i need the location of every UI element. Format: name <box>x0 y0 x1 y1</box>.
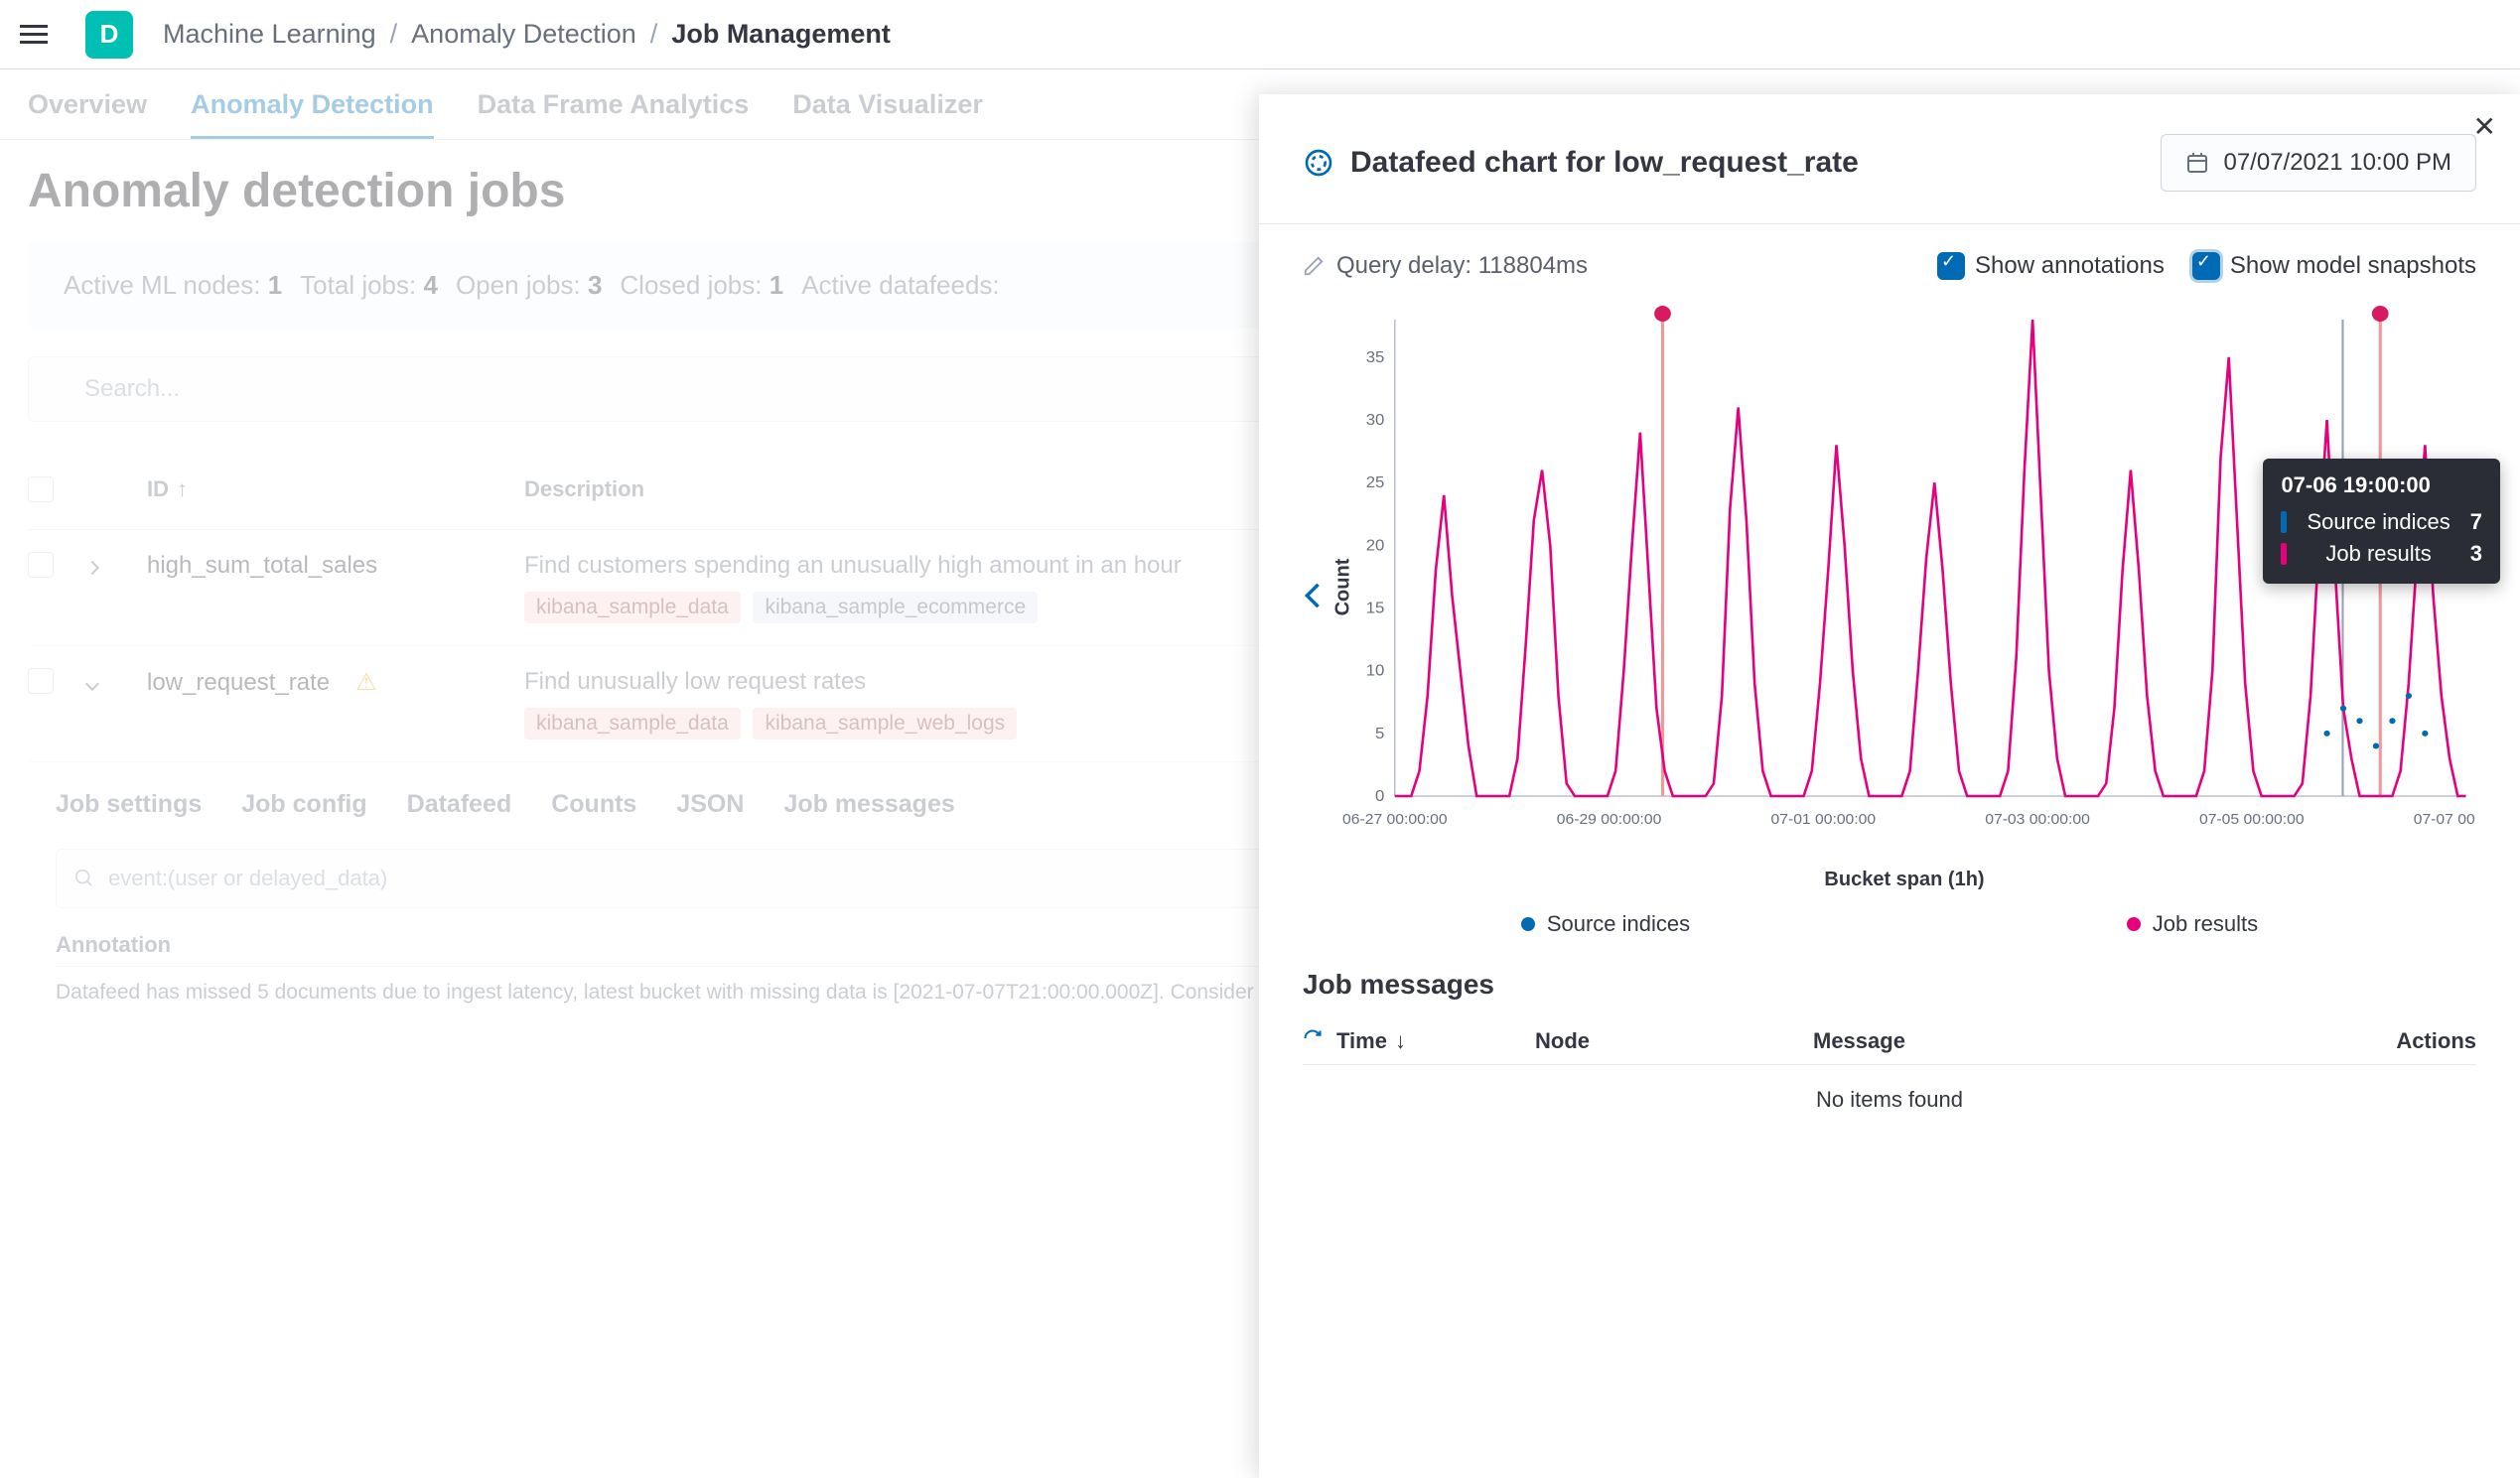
legend-dot-icon <box>2127 917 2141 931</box>
svg-text:10: 10 <box>1366 662 1385 680</box>
svg-text:07-03 00:00:00: 07-03 00:00:00 <box>1985 811 2090 828</box>
svg-text:25: 25 <box>1366 474 1385 492</box>
datafeed-icon <box>1303 147 1334 179</box>
job-messages-header: Time ↓ Node Message Actions <box>1303 1018 2476 1065</box>
svg-text:30: 30 <box>1366 411 1385 429</box>
legend-job-results[interactable]: Job results <box>2127 911 2258 937</box>
legend-source-indices[interactable]: Source indices <box>1521 911 1690 937</box>
x-axis-label: Bucket span (1h) <box>1332 869 2476 891</box>
chart-container: Count 0 5 10 15 20 25 30 35 06-27 00:00:00 06-29 … <box>1332 300 2476 891</box>
nav-toggle[interactable] <box>20 17 56 53</box>
svg-text:07-01 00:00:00: 07-01 00:00:00 <box>1771 811 1877 828</box>
svg-text:0: 0 <box>1375 787 1384 805</box>
calendar-icon <box>2185 151 2209 175</box>
flyout-title: Datafeed chart for low_request_rate <box>1350 146 1859 180</box>
legend-dot-icon <box>1521 917 1535 931</box>
tooltip-color-bar <box>2281 511 2287 533</box>
y-axis-label: Count <box>1331 559 1354 616</box>
breadcrumb-current: Job Management <box>671 19 891 50</box>
show-snapshots-toggle[interactable]: Show model snapshots <box>2192 252 2476 280</box>
sort-down-icon[interactable]: ↓ <box>1395 1028 1406 1054</box>
app-logo[interactable]: D <box>85 11 133 59</box>
breadcrumb-item[interactable]: Machine Learning <box>163 19 376 50</box>
svg-text:15: 15 <box>1366 600 1385 617</box>
svg-text:35: 35 <box>1366 348 1385 366</box>
svg-text:06-27 00:00:00: 06-27 00:00:00 <box>1342 811 1448 828</box>
tooltip-color-bar <box>2281 543 2287 565</box>
datafeed-flyout: ✕ Datafeed chart for low_request_rate 07… <box>1259 94 2520 1478</box>
query-delay-label: Query delay: 118804ms <box>1336 252 1588 280</box>
close-button[interactable]: ✕ <box>2473 110 2496 143</box>
job-messages-title: Job messages <box>1303 969 2476 1001</box>
svg-text:20: 20 <box>1366 537 1385 555</box>
chart-tooltip: 07-06 19:00:00 Source indices 7 Job resu… <box>2263 459 2500 584</box>
show-annotations-toggle[interactable]: Show annotations <box>1937 252 2165 280</box>
svg-text:07-05 00:00:00: 07-05 00:00:00 <box>2199 811 2305 828</box>
date-value: 07/07/2021 10:00 PM <box>2223 149 2451 177</box>
chart-legend: Source indices Job results <box>1303 911 2476 937</box>
svg-text:5: 5 <box>1375 725 1384 742</box>
svg-text:07-07 00:00:00: 07-07 00:00:00 <box>2414 811 2476 828</box>
checkbox-checked-icon <box>1937 252 1965 280</box>
svg-text:06-29 00:00:00: 06-29 00:00:00 <box>1557 811 1662 828</box>
app-header: D Machine Learning / Anomaly Detection /… <box>0 0 2520 69</box>
chart-prev-button[interactable] <box>1303 300 1332 891</box>
breadcrumb: Machine Learning / Anomaly Detection / J… <box>163 19 891 50</box>
checkbox-checked-icon <box>2192 252 2220 280</box>
job-messages-empty: No items found <box>1303 1065 2476 1135</box>
refresh-button[interactable] <box>1303 1028 1323 1054</box>
date-picker[interactable]: 07/07/2021 10:00 PM <box>2161 134 2476 192</box>
breadcrumb-item[interactable]: Anomaly Detection <box>411 19 636 50</box>
edit-icon[interactable] <box>1303 255 1325 277</box>
